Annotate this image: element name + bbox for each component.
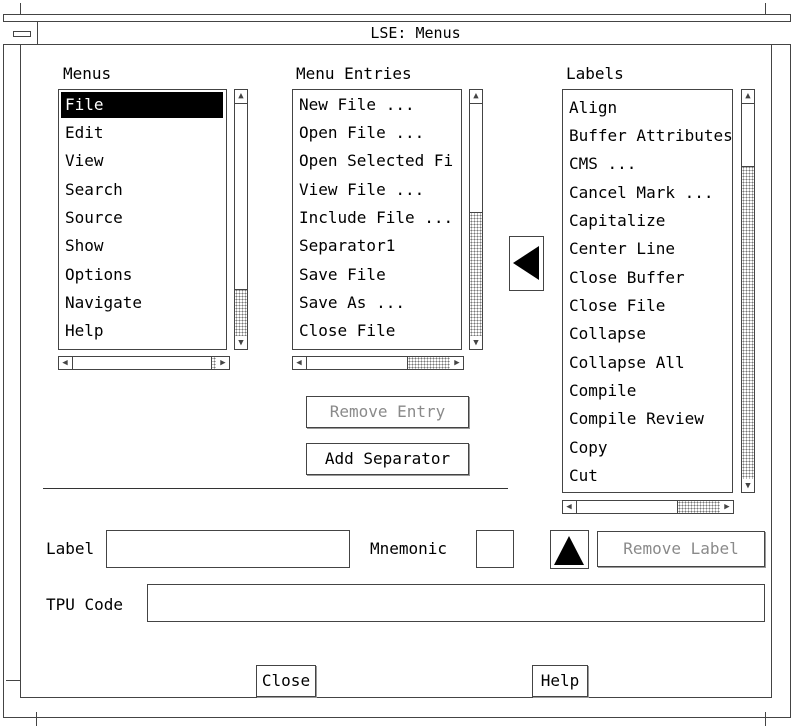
menu-entries-list-item[interactable]: Include File ... <box>299 205 453 231</box>
scroll-thumb[interactable] <box>235 103 247 290</box>
scroll-thumb[interactable] <box>742 103 754 167</box>
menus-list-item[interactable]: Show <box>65 233 104 259</box>
close-button[interactable]: Close <box>256 665 316 697</box>
scroll-up-arrow-icon[interactable]: ▲ <box>471 90 481 102</box>
labels-vertical-scrollbar[interactable]: ▲ ▼ <box>741 89 755 493</box>
menu-entries-list-item[interactable]: New File ... <box>299 92 415 118</box>
menu-entries-list-item[interactable]: Close File <box>299 318 395 344</box>
tpu-code-caption: TPU Code <box>46 595 124 614</box>
resize-corner-top-right[interactable] <box>765 3 766 15</box>
menus-list-item[interactable]: Search <box>65 177 123 203</box>
labels-list-item[interactable]: Compile <box>569 378 636 404</box>
scroll-left-arrow-icon[interactable]: ◀ <box>563 501 575 513</box>
labels-header: Labels <box>566 64 624 83</box>
scroll-left-arrow-icon[interactable]: ◀ <box>293 357 305 369</box>
labels-list-item[interactable]: Capitalize <box>569 208 665 234</box>
mnemonic-input[interactable] <box>476 530 514 568</box>
scroll-up-arrow-icon[interactable]: ▲ <box>743 90 753 102</box>
tpu-code-input[interactable] <box>147 584 765 622</box>
menus-vertical-scrollbar[interactable]: ▲ ▼ <box>234 89 248 350</box>
menus-list-item[interactable]: Options <box>65 262 132 288</box>
window-menu-button[interactable] <box>4 22 38 44</box>
resize-corner-bottom-left[interactable] <box>6 680 20 681</box>
menu-entries-horizontal-scrollbar[interactable]: ◀ ▶ <box>292 356 464 370</box>
scroll-down-arrow-icon[interactable]: ▼ <box>236 337 246 349</box>
menu-entries-list-item[interactable]: Open Selected Fi <box>299 148 453 174</box>
window-menu-icon <box>13 31 31 37</box>
resize-corner-top-left[interactable] <box>20 3 21 15</box>
scroll-down-arrow-icon[interactable]: ▼ <box>743 480 753 492</box>
scroll-up-arrow-icon[interactable]: ▲ <box>236 90 246 102</box>
menus-list-item[interactable]: Source <box>65 205 123 231</box>
labels-list-item[interactable]: Buffer Attributes <box>569 123 732 149</box>
remove-label-button[interactable]: Remove Label <box>597 531 765 567</box>
menus-header: Menus <box>63 64 112 83</box>
left-arrow-icon <box>513 246 539 280</box>
section-divider <box>43 488 508 489</box>
menus-list-item[interactable]: View <box>65 148 104 174</box>
scroll-down-arrow-icon[interactable]: ▼ <box>471 337 481 349</box>
menu-entries-list-item[interactable]: Save As ... <box>299 290 405 316</box>
labels-list-item[interactable]: Collapse <box>569 321 646 347</box>
label-field-caption: Label <box>46 539 95 558</box>
scroll-right-arrow-icon[interactable]: ▶ <box>451 357 463 369</box>
labels-list[interactable]: Align Buffer Attributes CMS ... Cancel M… <box>562 89 733 493</box>
scroll-left-arrow-icon[interactable]: ◀ <box>59 357 71 369</box>
resize-corner-bottom-left-lower[interactable] <box>36 712 37 726</box>
scroll-thumb[interactable] <box>306 357 408 369</box>
mnemonic-field-caption: Mnemonic <box>370 539 448 558</box>
add-entry-button[interactable] <box>509 236 544 291</box>
labels-list-item[interactable]: Center Line <box>569 236 675 262</box>
menus-list[interactable]: File Edit View Search Source Show Option… <box>58 89 227 350</box>
menu-entries-list-item[interactable]: Save File <box>299 262 386 288</box>
add-separator-button[interactable]: Add Separator <box>306 443 469 475</box>
labels-list-item[interactable]: Compile Review <box>569 406 704 432</box>
menu-entries-list-item[interactable]: View File ... <box>299 177 424 203</box>
menu-entries-list-item[interactable]: Separator1 <box>299 233 395 259</box>
resize-corner-bottom-right[interactable] <box>765 712 766 726</box>
menu-entries-vertical-scrollbar[interactable]: ▲ ▼ <box>469 89 483 350</box>
menu-entries-list-item[interactable]: Open File ... <box>299 120 424 146</box>
labels-horizontal-scrollbar[interactable]: ◀ ▶ <box>562 500 734 514</box>
menus-list-item[interactable]: Help <box>65 318 104 344</box>
scroll-thumb[interactable] <box>72 357 212 369</box>
scroll-thumb[interactable] <box>576 501 678 513</box>
label-input[interactable] <box>106 530 350 568</box>
window-title: LSE: Menus <box>370 24 461 42</box>
labels-list-item[interactable]: Close Buffer <box>569 265 685 291</box>
menu-entries-list[interactable]: New File ... Open File ... Open Selected… <box>292 89 462 350</box>
labels-list-item[interactable]: Cancel Mark ... <box>569 180 714 206</box>
scroll-thumb[interactable] <box>470 103 482 213</box>
menus-horizontal-scrollbar[interactable]: ◀ ▶ <box>58 356 230 370</box>
labels-list-item[interactable]: Close File <box>569 293 665 319</box>
labels-list-item[interactable]: CMS ... <box>569 151 636 177</box>
scroll-right-arrow-icon[interactable]: ▶ <box>721 501 733 513</box>
set-label-button[interactable] <box>550 530 589 569</box>
menus-list-item-file[interactable]: File <box>61 92 223 118</box>
menus-list-item[interactable]: Navigate <box>65 290 142 316</box>
menus-list-item[interactable]: Edit <box>65 120 104 146</box>
labels-list-item[interactable]: Copy <box>569 435 608 461</box>
scroll-right-arrow-icon[interactable]: ▶ <box>217 357 229 369</box>
help-button[interactable]: Help <box>532 665 588 697</box>
labels-list-item[interactable]: Cut <box>569 463 598 489</box>
labels-list-item[interactable]: Collapse All <box>569 350 685 376</box>
labels-list-item[interactable]: Align <box>569 95 617 121</box>
remove-entry-button[interactable]: Remove Entry <box>306 396 469 428</box>
up-arrow-icon <box>554 536 584 565</box>
menu-entries-header: Menu Entries <box>296 64 412 83</box>
